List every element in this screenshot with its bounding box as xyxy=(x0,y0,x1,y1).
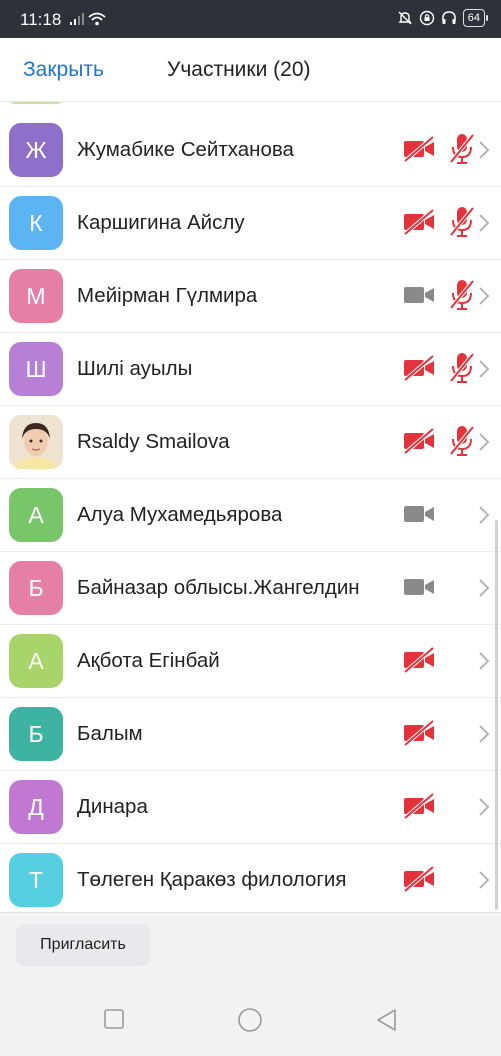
video-on-icon xyxy=(404,579,434,595)
mic-muted-icon xyxy=(449,133,475,164)
status-time: 11:18 xyxy=(20,10,62,29)
video-on-icon xyxy=(404,506,434,522)
participant-name: Ақбота Егінбай xyxy=(77,649,220,672)
participants-list[interactable]: Ж Жумабике Сейтханова К Каршигина Айслу М Мей… xyxy=(0,102,501,912)
invite-button[interactable]: Пригласить xyxy=(16,924,150,966)
participant-name: Динара xyxy=(77,795,148,818)
participant-name: Каршигина Айслу xyxy=(77,211,245,234)
chevron-right-icon xyxy=(479,871,490,889)
participant-row[interactable]: Б Балым xyxy=(0,698,501,771)
participant-row[interactable]: Д Динара xyxy=(0,771,501,844)
participant-row[interactable]: Ж Жумабике Сейтханова xyxy=(0,114,501,187)
avatar: Б xyxy=(9,707,63,761)
status-right-icons: 64 xyxy=(397,9,489,27)
mic-muted-icon xyxy=(449,352,475,383)
participant-name: Төлеген Қаракөз филология xyxy=(77,868,347,891)
recent-apps-icon[interactable] xyxy=(103,1008,125,1030)
home-icon[interactable] xyxy=(237,1008,263,1034)
partial-avatar xyxy=(9,102,63,104)
participant-name: Байназар облысы.Жангелдин xyxy=(77,576,360,599)
participant-name: Жумабике Сейтханова xyxy=(77,138,294,161)
mic-muted-icon xyxy=(449,279,475,310)
chevron-right-icon xyxy=(479,798,490,816)
participant-name: Балым xyxy=(77,722,143,745)
close-button[interactable]: Закрыть xyxy=(23,58,104,82)
battery-indicator: 64 xyxy=(462,9,489,27)
participants-header: Закрыть Участники (20) xyxy=(0,38,501,102)
avatar: Ш xyxy=(9,342,63,396)
system-navigation-bar xyxy=(0,1008,501,1038)
participant-row[interactable]: Rsaldy Smailova xyxy=(0,406,501,479)
avatar: К xyxy=(9,196,63,250)
scrollbar[interactable] xyxy=(495,520,498,910)
silent-bell-icon xyxy=(398,11,412,25)
avatar: Т xyxy=(9,853,63,907)
participant-row[interactable]: А Алуа Мухамедьярова xyxy=(0,479,501,552)
status-left-icons xyxy=(70,12,106,26)
avatar: Б xyxy=(9,561,63,615)
signal-icon xyxy=(70,13,84,25)
avatar: М xyxy=(9,269,63,323)
wifi-icon xyxy=(88,12,106,26)
bottom-bar: Пригласить xyxy=(0,912,501,1056)
avatar: А xyxy=(9,488,63,542)
avatar: Ж xyxy=(9,123,63,177)
video-off-icon xyxy=(403,866,435,892)
video-off-icon xyxy=(403,647,435,673)
video-on-icon xyxy=(404,287,434,303)
participant-row[interactable]: Б Байназар облысы.Жангелдин xyxy=(0,552,501,625)
participant-name: Алуа Мухамедьярова xyxy=(77,503,283,526)
participant-rows: Ж Жумабике Сейтханова К Каршигина Айслу М Мей… xyxy=(0,114,501,912)
chevron-right-icon xyxy=(479,214,490,232)
avatar: А xyxy=(9,634,63,688)
lock-rotation-icon xyxy=(419,10,434,26)
video-off-icon xyxy=(403,209,435,235)
video-off-icon xyxy=(403,355,435,381)
participant-name: Шилі ауылы xyxy=(77,357,193,380)
mic-muted-icon xyxy=(449,425,475,456)
chevron-right-icon xyxy=(479,141,490,159)
avatar xyxy=(9,415,63,469)
status-bar: 11:18 64 xyxy=(0,0,501,38)
chevron-right-icon xyxy=(479,579,490,597)
headphones-icon xyxy=(442,11,456,24)
page-title: Участники (20) xyxy=(167,58,311,81)
participant-row[interactable]: Ш Шилі ауылы xyxy=(0,333,501,406)
video-off-icon xyxy=(403,793,435,819)
mic-muted-icon xyxy=(449,206,475,237)
participant-name: Мейірман Гүлмира xyxy=(77,284,258,307)
video-off-icon xyxy=(403,136,435,162)
user-photo xyxy=(9,415,63,469)
back-icon[interactable] xyxy=(375,1008,399,1032)
avatar: Д xyxy=(9,780,63,834)
participant-row[interactable]: М Мейірман Гүлмира xyxy=(0,260,501,333)
chevron-right-icon xyxy=(479,506,490,524)
participant-row[interactable]: К Каршигина Айслу xyxy=(0,187,501,260)
chevron-right-icon xyxy=(479,433,490,451)
chevron-right-icon xyxy=(479,287,490,305)
participant-row[interactable]: А Ақбота Егінбай xyxy=(0,625,501,698)
participant-row[interactable]: Т Төлеген Қаракөз филология xyxy=(0,844,501,912)
participant-name: Rsaldy Smailova xyxy=(77,430,230,453)
video-off-icon xyxy=(403,428,435,454)
chevron-right-icon xyxy=(479,725,490,743)
chevron-right-icon xyxy=(479,652,490,670)
video-off-icon xyxy=(403,720,435,746)
chevron-right-icon xyxy=(479,360,490,378)
